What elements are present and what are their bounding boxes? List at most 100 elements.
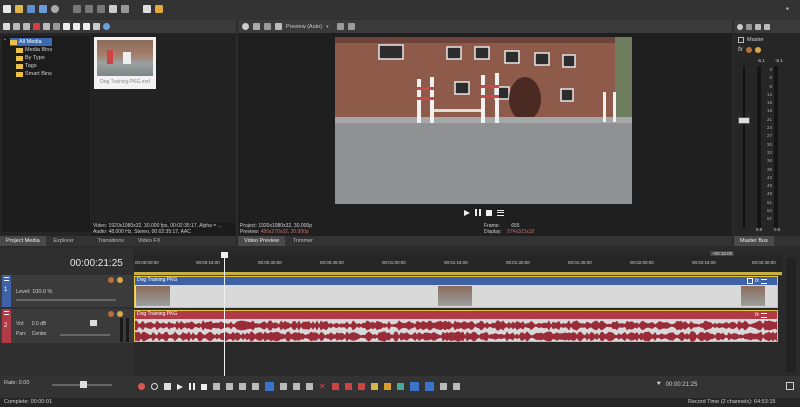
save-icon[interactable] bbox=[27, 5, 35, 13]
timeline-ruler[interactable]: +00:15:00 00:00:00:00 00:00:15:00 00:00:… bbox=[134, 251, 782, 276]
level-slider[interactable] bbox=[16, 299, 116, 301]
marker-icon[interactable] bbox=[383, 383, 391, 390]
tree-item-media-bins[interactable]: Media Bins bbox=[16, 46, 52, 54]
tree-item-tags[interactable]: Tags bbox=[16, 62, 52, 70]
play-icon[interactable] bbox=[63, 23, 70, 30]
video-clip[interactable]: Dog Training PKG fx bbox=[134, 276, 778, 308]
crop-icon[interactable] bbox=[747, 278, 753, 284]
tab-video-preview[interactable]: Video Preview bbox=[238, 236, 286, 246]
snapshot-icon[interactable] bbox=[347, 23, 355, 30]
solo-icon[interactable] bbox=[117, 311, 123, 317]
region-icon[interactable] bbox=[396, 383, 404, 390]
menu-icon[interactable] bbox=[497, 209, 504, 216]
media-thumbnail[interactable]: Dog Training PKG.mxf bbox=[94, 37, 156, 89]
bin-icon[interactable] bbox=[23, 23, 30, 30]
clip-menu-icon[interactable] bbox=[760, 278, 767, 284]
play-icon[interactable] bbox=[464, 209, 470, 216]
selection-icon[interactable] bbox=[452, 383, 460, 390]
prev-frame-icon[interactable] bbox=[239, 383, 246, 390]
fx-icon[interactable]: fx bbox=[755, 278, 759, 284]
track-menu-icon[interactable] bbox=[4, 277, 9, 281]
tab-master-bus[interactable]: Master Bus bbox=[734, 236, 774, 246]
master-fader-handle[interactable] bbox=[738, 117, 750, 124]
fx-icon[interactable] bbox=[746, 23, 752, 30]
pan-slider[interactable] bbox=[60, 334, 110, 336]
go-to-end-icon[interactable] bbox=[226, 383, 233, 390]
redo-icon[interactable] bbox=[121, 5, 129, 13]
vol-slider-handle[interactable] bbox=[90, 320, 97, 326]
timeline-vscroll[interactable] bbox=[786, 258, 796, 372]
cut-icon[interactable] bbox=[73, 5, 81, 13]
ignore-grouping-icon[interactable] bbox=[409, 382, 419, 391]
tab-explorer[interactable]: Explorer bbox=[47, 236, 79, 246]
view-icon[interactable] bbox=[93, 23, 100, 30]
overlays-icon[interactable] bbox=[336, 23, 344, 30]
settings-icon[interactable] bbox=[51, 5, 59, 13]
tab-transitions[interactable]: Transitions bbox=[91, 236, 130, 246]
selection-icon[interactable] bbox=[143, 5, 151, 13]
rate-slider-handle[interactable] bbox=[80, 381, 87, 388]
normal-edit-tool-icon[interactable] bbox=[265, 382, 274, 391]
loop-region[interactable] bbox=[134, 272, 782, 275]
fx-icon[interactable]: fx bbox=[755, 312, 759, 318]
fx-icon[interactable] bbox=[264, 23, 271, 30]
gear-icon[interactable] bbox=[242, 23, 249, 30]
undo-icon[interactable] bbox=[109, 5, 117, 13]
auto-ripple-icon[interactable] bbox=[280, 383, 287, 390]
audio-track-header[interactable]: 2 Vol: 0.0 dB Pan: Center bbox=[0, 309, 134, 343]
video-track-header[interactable]: 1 Level: 100.0 % bbox=[0, 275, 134, 307]
fx-icon[interactable] bbox=[53, 23, 60, 30]
import-media-icon[interactable] bbox=[3, 23, 10, 30]
lock-icon[interactable] bbox=[370, 383, 378, 390]
tree-item-all-media[interactable]: All Media bbox=[10, 38, 53, 46]
play-icon[interactable] bbox=[177, 383, 183, 390]
mute-icon[interactable] bbox=[108, 311, 114, 317]
save-as-icon[interactable] bbox=[39, 5, 47, 13]
split-screen-icon[interactable] bbox=[275, 23, 282, 30]
tree-item-smart-bins[interactable]: Smart Bins bbox=[16, 70, 52, 78]
loop-icon[interactable] bbox=[151, 383, 158, 390]
solo-icon[interactable] bbox=[754, 47, 761, 53]
track-menu-icon[interactable] bbox=[4, 311, 9, 315]
audio-clip[interactable]: Dog Training PKG fx bbox=[134, 310, 778, 342]
stop-icon[interactable] bbox=[73, 23, 80, 30]
tab-video-fx[interactable]: Video FX bbox=[132, 236, 167, 246]
autopreview-icon[interactable] bbox=[83, 23, 90, 30]
envelope-icon[interactable] bbox=[155, 5, 163, 13]
auto-crossfade-icon[interactable] bbox=[424, 382, 434, 391]
pause-icon[interactable] bbox=[189, 383, 195, 390]
trim-start-icon[interactable] bbox=[331, 383, 339, 390]
playhead[interactable] bbox=[224, 254, 225, 376]
capture-icon[interactable] bbox=[13, 23, 20, 30]
tab-project-media[interactable]: Project Media bbox=[0, 236, 46, 246]
copy-icon[interactable] bbox=[85, 5, 93, 13]
timeline-timecode[interactable]: 00:00:21:25 bbox=[70, 258, 123, 269]
remove-icon[interactable] bbox=[33, 23, 40, 30]
fullscreen-icon[interactable] bbox=[786, 382, 794, 390]
chevron-down-icon[interactable]: ▾ bbox=[326, 24, 329, 30]
new-icon[interactable] bbox=[3, 5, 11, 13]
cursor-time[interactable]: 00:00:21:25 bbox=[666, 382, 698, 388]
mute-icon[interactable] bbox=[745, 47, 752, 53]
tree-item-by-type[interactable]: By Type bbox=[16, 54, 52, 62]
mute-icon[interactable] bbox=[108, 277, 114, 283]
search-icon[interactable] bbox=[103, 23, 110, 30]
mixer-icon[interactable] bbox=[755, 23, 761, 30]
open-icon[interactable] bbox=[15, 5, 23, 13]
window-close-icon[interactable]: ▪ bbox=[786, 5, 794, 13]
split-icon[interactable] bbox=[357, 383, 365, 390]
pause-icon[interactable] bbox=[475, 209, 481, 216]
paste-icon[interactable] bbox=[97, 5, 105, 13]
envelope-icon[interactable] bbox=[439, 383, 447, 390]
solo-icon[interactable] bbox=[117, 277, 123, 283]
record-icon[interactable] bbox=[138, 383, 145, 390]
gear-icon[interactable] bbox=[737, 23, 743, 30]
play-from-start-icon[interactable] bbox=[164, 383, 171, 390]
master-checkbox[interactable] bbox=[738, 37, 744, 43]
stop-icon[interactable] bbox=[486, 209, 492, 216]
meter-icon[interactable] bbox=[764, 23, 770, 30]
fx-icon[interactable]: fx bbox=[738, 47, 743, 53]
preview-quality-dropdown[interactable]: Preview (Auto) bbox=[286, 24, 322, 30]
properties-icon[interactable] bbox=[43, 23, 50, 30]
next-frame-icon[interactable] bbox=[252, 383, 259, 390]
